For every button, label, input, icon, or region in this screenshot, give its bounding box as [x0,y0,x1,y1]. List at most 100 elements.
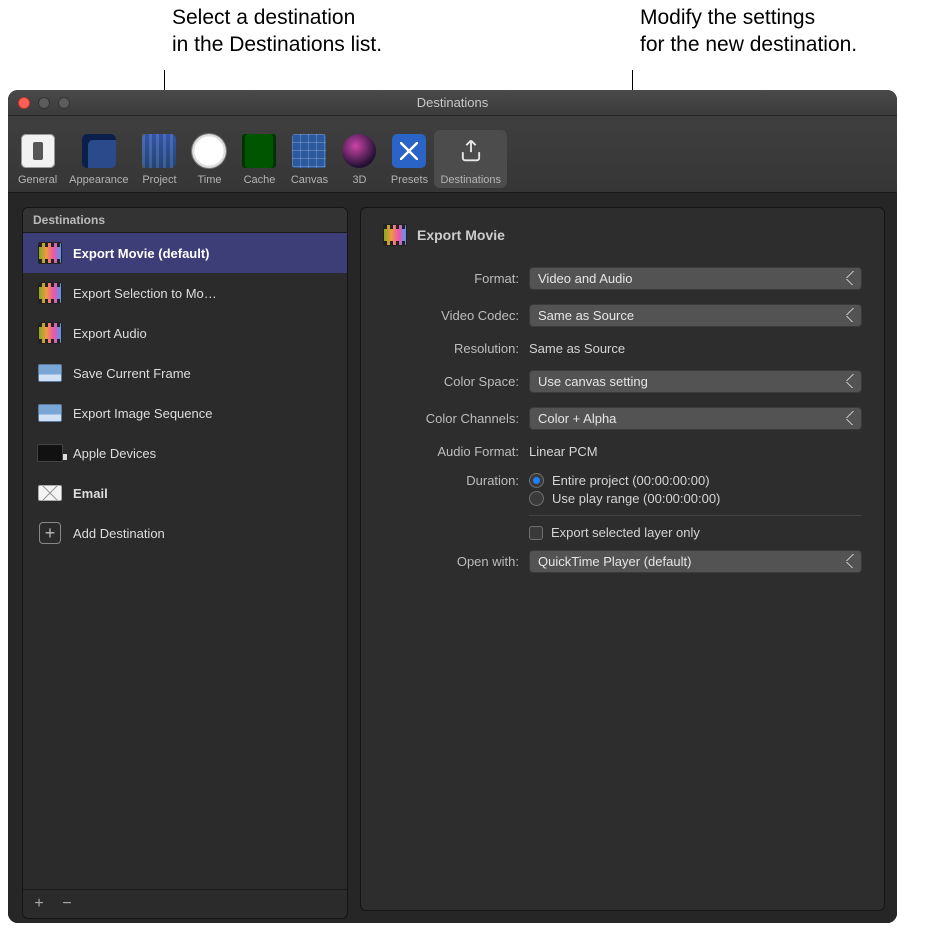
destination-label: Export Movie (default) [73,246,210,261]
add-destination-button[interactable]: + [29,894,49,914]
label-resolution: Resolution: [383,341,519,356]
panel-header: Export Movie [383,218,862,260]
tab-label: Cache [244,174,276,186]
destination-export-audio[interactable]: Export Audio [23,313,347,353]
tab-time[interactable]: Time [184,130,234,188]
popup-value: Use canvas setting [538,374,648,389]
film-icon [37,323,63,343]
callout-text: Modify the settings for the new destinat… [640,4,857,59]
destination-image-sequence[interactable]: Export Image Sequence [23,393,347,433]
row-resolution: Resolution: Same as Source [383,334,862,363]
window-title: Destinations [8,95,897,110]
row-export-layer: Export selected layer only [383,522,862,543]
preferences-window: Destinations General Appearance Project … [8,90,897,923]
destination-export-movie[interactable]: Export Movie (default) [23,233,347,273]
label-format: Format: [383,271,519,286]
destination-label: Export Image Sequence [73,406,212,421]
film-icon [383,224,407,246]
label-codec: Video Codec: [383,308,519,323]
presets-icon [392,134,426,168]
value-resolution: Same as Source [529,341,862,356]
row-channels: Color Channels: Color + Alpha [383,400,862,437]
settings-panel: Export Movie Format: Video and Audio Vid… [360,207,885,911]
divider [529,515,862,516]
destination-label: Export Audio [73,326,147,341]
label-audioformat: Audio Format: [383,444,519,459]
row-codec: Video Codec: Same as Source [383,297,862,334]
tab-label: Presets [391,174,428,186]
row-duration-range: Use play range (00:00:00:00) [383,488,862,509]
remove-destination-button[interactable]: − [57,894,77,914]
destination-save-frame[interactable]: Save Current Frame [23,353,347,393]
tab-label: Time [197,174,221,186]
tab-label: General [18,174,57,186]
popup-openwith[interactable]: QuickTime Player (default) [529,550,862,573]
popup-format[interactable]: Video and Audio [529,267,862,290]
destinations-list: Export Movie (default) Export Selection … [23,233,347,889]
plus-box-icon: + [37,523,63,543]
label-colorspace: Color Space: [383,374,519,389]
tab-canvas[interactable]: Canvas [284,130,334,188]
checkbox-export-layer[interactable] [529,526,543,540]
general-icon [21,134,55,168]
picture-icon [37,363,63,383]
titlebar: Destinations [8,90,897,116]
destination-email[interactable]: Email [23,473,347,513]
tab-destinations[interactable]: Destinations [434,130,507,188]
label-openwith: Open with: [383,554,519,569]
checkbox-label: Export selected layer only [551,525,700,540]
popup-colorspace[interactable]: Use canvas setting [529,370,862,393]
radio-play-range[interactable] [529,491,544,506]
tab-appearance[interactable]: Appearance [63,130,134,188]
label-channels: Color Channels: [383,411,519,426]
row-duration: Duration: Entire project (00:00:00:00) [383,466,862,488]
destination-apple-devices[interactable]: Apple Devices [23,433,347,473]
tab-general[interactable]: General [12,130,63,188]
popup-value: Color + Alpha [538,411,616,426]
destinations-sidebar: Destinations Export Movie (default) Expo… [22,207,348,919]
popup-codec[interactable]: Same as Source [529,304,862,327]
3d-icon [342,134,376,168]
row-openwith: Open with: QuickTime Player (default) [383,543,862,580]
callout-select: Select a destination in the Destinations… [172,4,382,59]
destination-add[interactable]: + Add Destination [23,513,347,553]
label-duration: Duration: [383,473,519,488]
tab-3d[interactable]: 3D [334,130,384,188]
appearance-icon [82,134,116,168]
sidebar-header: Destinations [23,208,347,233]
radio-label: Use play range (00:00:00:00) [552,491,720,506]
row-colorspace: Color Space: Use canvas setting [383,363,862,400]
value-audioformat: Linear PCM [529,444,862,459]
popup-channels[interactable]: Color + Alpha [529,407,862,430]
panel-title-text: Export Movie [417,227,505,243]
devices-icon [37,443,63,463]
popup-value: Video and Audio [538,271,632,286]
radio-entire-project[interactable] [529,473,544,488]
film-icon [37,243,63,263]
popup-value: Same as Source [538,308,634,323]
destination-label: Apple Devices [73,446,156,461]
tab-cache[interactable]: Cache [234,130,284,188]
sidebar-footer: + − [23,889,347,918]
tab-presets[interactable]: Presets [384,130,434,188]
destinations-icon [454,134,488,168]
destination-label: Export Selection to Mo… [73,286,217,301]
destination-label: Email [73,486,108,501]
tab-label: Canvas [291,174,328,186]
cache-icon [242,134,276,168]
tab-project[interactable]: Project [134,130,184,188]
popup-value: QuickTime Player (default) [538,554,691,569]
tab-label: Destinations [440,174,501,186]
mail-icon [37,483,63,503]
row-audioformat: Audio Format: Linear PCM [383,437,862,466]
film-icon [37,283,63,303]
window-body: Destinations Export Movie (default) Expo… [8,193,897,923]
project-icon [142,134,176,168]
destination-export-selection[interactable]: Export Selection to Mo… [23,273,347,313]
radio-label: Entire project (00:00:00:00) [552,473,710,488]
picture-icon [37,403,63,423]
callout-modify: Modify the settings for the new destinat… [640,4,857,59]
destination-label: Save Current Frame [73,366,191,381]
tab-label: 3D [352,174,366,186]
tab-label: Appearance [69,174,128,186]
